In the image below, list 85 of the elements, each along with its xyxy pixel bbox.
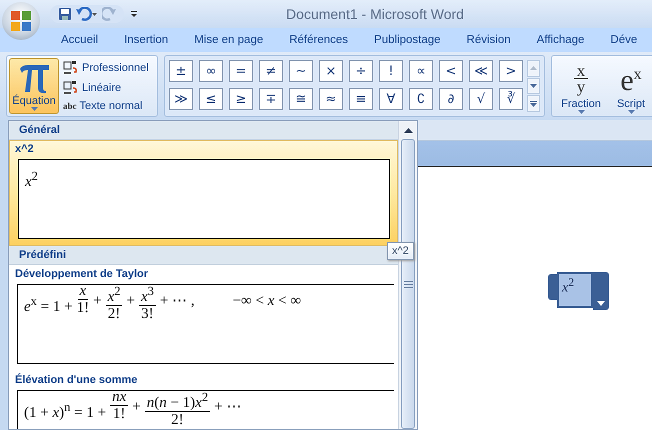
symbol-button[interactable]: ≅ bbox=[289, 88, 313, 110]
ribbon-tab[interactable]: Références bbox=[276, 34, 362, 46]
fraction-denominator: 2! bbox=[108, 306, 120, 322]
item-title: Élévation d'une somme bbox=[14, 374, 138, 386]
equation-format-icon bbox=[63, 80, 79, 96]
ribbon-tab[interactable]: Affichage bbox=[524, 34, 598, 46]
fraction-numerator: n(n − 1)x$^{2}$ bbox=[144, 389, 210, 412]
fraction-numerator: x$^{3}$ bbox=[138, 283, 156, 306]
formula-text: + bbox=[126, 292, 135, 311]
symbol-button[interactable]: ≫ bbox=[169, 88, 193, 110]
symbol-button[interactable]: ∂ bbox=[439, 88, 463, 110]
symbol-button[interactable]: = bbox=[229, 60, 253, 82]
dropdown-arrow-icon bbox=[578, 110, 584, 114]
symbol-button[interactable]: ∝ bbox=[409, 60, 433, 82]
symbol-button[interactable]: ≪ bbox=[469, 60, 493, 82]
equation-button[interactable]: Équation bbox=[9, 58, 59, 114]
fraction-numerator: x$^{2}$ bbox=[106, 283, 122, 306]
ribbon-tab[interactable]: Accueil bbox=[48, 34, 112, 46]
superscript-icon: e$^{x}$ bbox=[620, 60, 642, 96]
customize-menu-icon[interactable] bbox=[130, 10, 138, 18]
fraction-denominator: 1! bbox=[112, 406, 126, 422]
structure-button[interactable]: e$^{x}$ Script bbox=[608, 58, 652, 114]
equation-mode-button[interactable]: abc Texte normal bbox=[63, 100, 155, 112]
equation-mode-button[interactable]: Professionnel bbox=[63, 60, 155, 76]
window-title: Document1 - Microsoft Word bbox=[285, 6, 465, 22]
formula-text: x$^{2}$ bbox=[25, 168, 38, 192]
more-button[interactable] bbox=[527, 95, 540, 112]
symbol-button[interactable]: ∓ bbox=[259, 88, 283, 110]
formula-text: + ⋯ bbox=[214, 398, 242, 417]
symbol-button[interactable]: ± bbox=[169, 60, 193, 82]
office-logo-icon bbox=[10, 10, 32, 32]
formula-text: e$^{x}$ = 1 + bbox=[24, 293, 73, 317]
item-title: Développement de Taylor bbox=[14, 268, 150, 280]
dropdown-arrow-icon[interactable] bbox=[597, 301, 605, 306]
expand-icon bbox=[530, 100, 537, 107]
structure-button[interactable]: x y Fraction bbox=[558, 58, 604, 114]
gallery-item[interactable]: x^2 x$^{2}$ bbox=[9, 140, 398, 246]
symbol-button[interactable]: ∁ bbox=[409, 88, 433, 110]
undo-icon[interactable] bbox=[76, 7, 98, 21]
fraction-denominator: 2! bbox=[171, 412, 184, 428]
symbol-button[interactable]: ≠ bbox=[259, 60, 283, 82]
symbol-button[interactable]: ∛ bbox=[499, 88, 523, 110]
symbol-button[interactable]: × bbox=[319, 60, 343, 82]
symbol-button[interactable]: ∞ bbox=[199, 60, 223, 82]
equation-text[interactable]: x$^{2}$ bbox=[557, 272, 593, 308]
symbol-button[interactable]: ! bbox=[379, 60, 403, 82]
save-icon[interactable] bbox=[58, 7, 72, 21]
dropdown-arrow-icon bbox=[628, 110, 634, 114]
scroll-down-icon bbox=[530, 84, 537, 88]
scroll-down-button[interactable] bbox=[527, 78, 540, 94]
formula-text: + bbox=[132, 398, 141, 417]
fraction-denominator: 3! bbox=[141, 306, 154, 322]
ribbon-tab[interactable]: Déve bbox=[597, 34, 650, 46]
fraction-numerator: x bbox=[78, 283, 88, 300]
equation-object[interactable]: x$^{2}$ bbox=[548, 272, 609, 310]
symbol-button[interactable]: < bbox=[439, 60, 463, 82]
office-button[interactable] bbox=[2, 2, 40, 40]
dropdown-arrow-icon bbox=[30, 107, 38, 111]
equation-mode-button[interactable]: Linéaire bbox=[63, 80, 155, 96]
symbol-button[interactable]: ≡ bbox=[349, 88, 373, 110]
formula-text: −∞ < x < ∞ bbox=[232, 292, 302, 311]
symbol-button[interactable]: ≈ bbox=[319, 88, 343, 110]
equation-format-icon bbox=[63, 60, 79, 76]
scroll-up-icon bbox=[530, 66, 537, 70]
symbol-button[interactable]: > bbox=[499, 60, 523, 82]
grip-icon bbox=[404, 280, 412, 288]
fraction-denominator: 1! bbox=[76, 300, 90, 316]
tooltip: x^2 bbox=[387, 242, 414, 260]
symbol-button[interactable]: √ bbox=[469, 88, 493, 110]
formula-text: + bbox=[93, 292, 102, 311]
fraction-numerator: nx bbox=[110, 389, 128, 406]
formula-text: (1 + x)$^{n}$ = 1 + bbox=[24, 399, 106, 423]
formula-text: + ⋯ , bbox=[160, 292, 195, 311]
ribbon-tab[interactable]: Publipostage bbox=[361, 34, 454, 46]
symbol-button[interactable]: ÷ bbox=[349, 60, 373, 82]
scroll-up-icon[interactable] bbox=[404, 128, 412, 132]
symbol-button[interactable]: ≤ bbox=[199, 88, 223, 110]
ribbon-tab[interactable]: Révision bbox=[454, 34, 524, 46]
symbol-button[interactable]: ∀ bbox=[379, 88, 403, 110]
ribbon-tab[interactable]: Insertion bbox=[111, 34, 182, 46]
symbol-button[interactable]: ≥ bbox=[229, 88, 253, 110]
symbol-button[interactable]: ~ bbox=[289, 60, 313, 82]
item-title: x^2 bbox=[14, 143, 35, 155]
ribbon-tab[interactable]: Mise en page bbox=[181, 34, 276, 46]
section-heading: Général bbox=[9, 121, 398, 140]
